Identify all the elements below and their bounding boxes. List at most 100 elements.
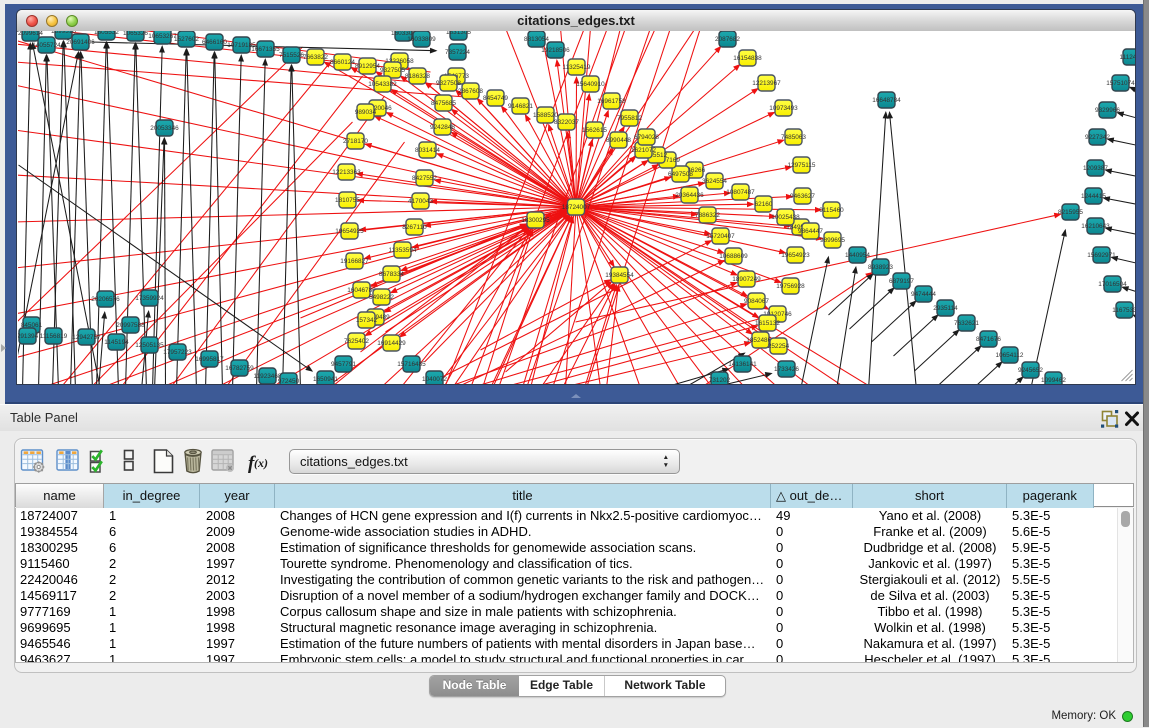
svg-text:1615132: 1615132: [755, 320, 780, 327]
svg-text:20206576: 20206576: [91, 296, 120, 303]
svg-text:1621072: 1621072: [631, 147, 656, 154]
svg-text:12975115: 12975115: [787, 162, 815, 169]
svg-text:731202: 731202: [708, 377, 730, 384]
svg-text:20053346: 20053346: [150, 125, 179, 132]
svg-text:7955812: 7955812: [617, 115, 642, 122]
svg-text:9457791: 9457791: [331, 361, 356, 368]
svg-text:1650941: 1650941: [313, 376, 338, 383]
svg-text:16914429: 16914429: [377, 340, 406, 347]
svg-text:9329966: 9329966: [1095, 107, 1120, 114]
svg-text:9227342: 9227342: [1085, 134, 1110, 141]
svg-text:8454749: 8454749: [483, 95, 508, 102]
svg-text:19218506: 19218506: [541, 47, 570, 54]
svg-text:15716485: 15716485: [397, 361, 426, 368]
svg-text:19654923: 19654923: [781, 252, 810, 259]
svg-text:8475685: 8475685: [431, 100, 456, 107]
svg-text:1112489: 1112489: [1119, 54, 1134, 61]
svg-text:11353594: 11353594: [388, 247, 416, 254]
svg-text:2099614: 2099614: [18, 31, 43, 37]
svg-text:10688609: 10688609: [719, 253, 748, 260]
svg-text:15640910: 15640910: [576, 81, 605, 88]
svg-text:8990448: 8990448: [606, 137, 631, 144]
svg-text:15720407: 15720407: [706, 233, 735, 240]
svg-text:10654112: 10654112: [995, 352, 1023, 359]
svg-text:10025438: 10025438: [771, 214, 800, 221]
svg-text:16046786: 16046786: [347, 287, 376, 294]
svg-text:1810755: 1810755: [335, 197, 360, 204]
svg-text:17016504: 17016504: [1098, 281, 1127, 288]
svg-text:16961758: 16961758: [597, 98, 626, 105]
svg-text:1527602: 1527602: [174, 36, 199, 43]
svg-text:2867608: 2867608: [458, 88, 483, 95]
svg-text:7357224: 7357224: [445, 49, 470, 56]
svg-text:9245652: 9245652: [1018, 367, 1043, 374]
svg-text:9146821: 9146821: [508, 103, 533, 110]
svg-text:6794028: 6794028: [634, 134, 659, 141]
svg-text:19166827: 19166827: [340, 258, 369, 265]
svg-text:19756928: 19756928: [776, 283, 805, 290]
svg-text:8660124: 8660124: [330, 59, 355, 66]
svg-text:11325419: 11325419: [562, 64, 590, 71]
svg-text:8938923: 8938923: [868, 264, 893, 271]
svg-text:16648784: 16648784: [872, 97, 901, 104]
svg-text:2087682: 2087682: [715, 36, 740, 43]
svg-text:14136141: 14136141: [728, 361, 757, 368]
svg-text:2935114: 2935114: [933, 305, 958, 312]
svg-text:1733426: 1733426: [774, 366, 799, 373]
svg-text:8267110: 8267110: [402, 224, 427, 231]
svg-text:7515526: 7515526: [279, 52, 304, 59]
svg-text:1065326: 1065326: [123, 31, 148, 37]
svg-text:12213363: 12213363: [332, 169, 361, 176]
svg-text:1805532: 1805532: [94, 31, 119, 36]
svg-text:5498222: 5498222: [369, 294, 394, 301]
svg-text:9474444: 9474444: [911, 291, 936, 298]
svg-text:12505135: 12505135: [135, 342, 164, 349]
svg-text:8427552: 8427552: [412, 175, 437, 182]
svg-text:20997588: 20997588: [116, 322, 145, 329]
svg-text:1167533: 1167533: [1112, 307, 1135, 314]
svg-text:972450: 972450: [277, 378, 299, 384]
svg-text:20691406: 20691406: [66, 39, 95, 46]
svg-text:8678334: 8678334: [379, 271, 404, 278]
svg-text:1040072: 1040072: [422, 376, 447, 383]
svg-text:16782759: 16782759: [225, 365, 254, 372]
svg-text:7663822: 7663822: [303, 54, 328, 61]
svg-text:9899695: 9899695: [820, 237, 845, 244]
svg-text:291394: 291394: [18, 333, 39, 340]
svg-text:18907249: 18907249: [732, 276, 761, 283]
svg-text:6879197: 6879197: [889, 278, 914, 285]
svg-text:1209387: 1209387: [1083, 165, 1108, 172]
svg-text:1244415: 1244415: [1081, 193, 1106, 200]
svg-text:1562615: 1562615: [582, 127, 607, 134]
svg-text:12213967: 12213967: [752, 80, 781, 87]
svg-text:9242848: 9242848: [430, 124, 455, 131]
svg-text:7632621: 7632621: [954, 320, 979, 327]
svg-text:15751074: 15751074: [1106, 80, 1135, 87]
svg-text:8031414: 8031414: [415, 147, 440, 154]
svg-text:16033809: 16033809: [407, 36, 436, 43]
svg-text:11156819: 11156819: [39, 333, 67, 340]
svg-text:18724007: 18724007: [561, 204, 590, 211]
svg-text:7886322: 7886322: [695, 212, 720, 219]
svg-text:20364436: 20364436: [675, 192, 704, 199]
svg-text:16995817: 16995817: [195, 356, 224, 363]
svg-text:10807487: 10807487: [726, 189, 755, 196]
svg-text:1440954: 1440954: [845, 252, 870, 259]
svg-text:9084067: 9084067: [744, 298, 769, 305]
svg-text:16210643: 16210643: [1081, 223, 1110, 230]
svg-text:19654925: 19654925: [335, 228, 364, 235]
svg-text:8471676: 8471676: [976, 336, 1001, 343]
svg-text:1099462: 1099462: [1041, 377, 1066, 384]
svg-text:9327508: 9327508: [436, 80, 461, 87]
svg-text:1588520: 1588520: [533, 112, 558, 119]
svg-text:14055724: 14055724: [32, 42, 61, 49]
svg-text:9463627: 9463627: [790, 193, 815, 200]
svg-text:9115460: 9115460: [819, 207, 844, 214]
svg-text:6466160: 6466160: [202, 39, 227, 46]
svg-text:7625402: 7625402: [344, 338, 369, 345]
svg-text:8322037: 8322037: [554, 119, 579, 126]
svg-text:8813054: 8813054: [524, 36, 549, 43]
svg-text:7485063: 7485063: [781, 134, 806, 141]
svg-text:12942757: 12942757: [72, 334, 101, 341]
svg-text:252254: 252254: [767, 343, 789, 350]
